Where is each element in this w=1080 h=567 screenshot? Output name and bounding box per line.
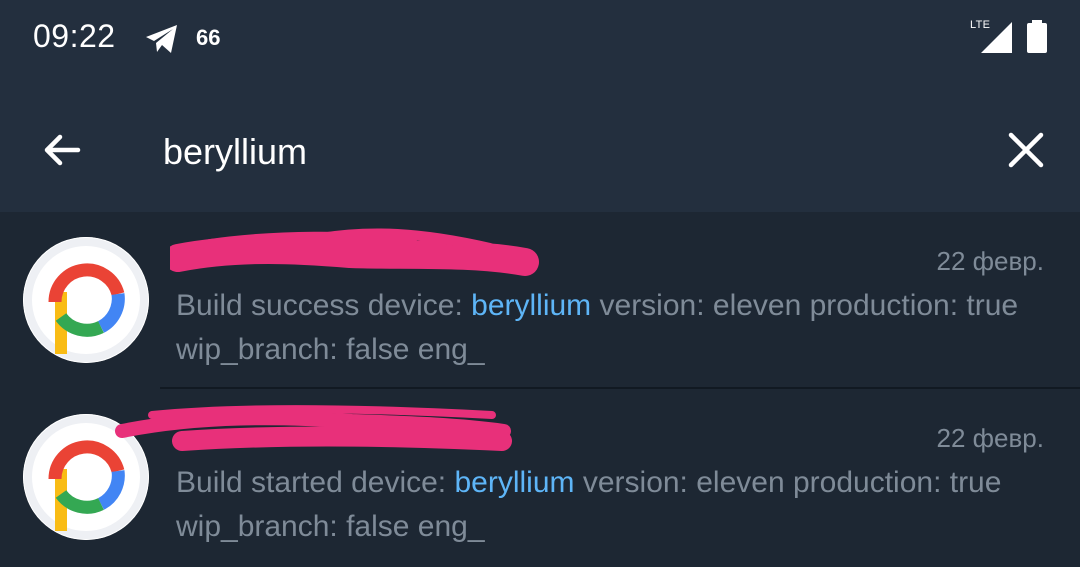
- search-input[interactable]: [163, 128, 943, 176]
- message-snippet: Build success device: beryllium version:…: [176, 284, 1046, 372]
- snippet-match: beryllium: [471, 289, 592, 322]
- message-date: 22 февр.: [936, 246, 1045, 276]
- snippet-text: Build success device:: [176, 289, 472, 322]
- pixel-experience-logo-icon: [23, 414, 149, 540]
- message-snippet: Build started device: beryllium version:…: [176, 461, 1046, 549]
- redaction-scribble: [170, 228, 539, 276]
- search-result-item[interactable]: 22 февр. Build success device: beryllium…: [0, 212, 1080, 388]
- search-result-item[interactable]: 22 февр. Build started device: beryllium…: [0, 389, 1080, 565]
- app-toolbar: 09:22 66 LTE: [0, 0, 1080, 212]
- battery-icon: [1027, 20, 1047, 53]
- clear-search-icon[interactable]: [998, 122, 1054, 178]
- pixel-experience-logo-icon: [23, 237, 149, 363]
- telegram-icon: [146, 25, 177, 53]
- chat-avatar: [23, 414, 149, 540]
- notification-count: 66: [196, 25, 221, 50]
- back-arrow-icon[interactable]: [36, 122, 92, 178]
- message-date: 22 февр.: [936, 423, 1045, 453]
- snippet-text: Build started device:: [176, 466, 455, 499]
- chat-avatar: [23, 237, 149, 363]
- status-time: 09:22: [33, 18, 116, 54]
- snippet-match: beryllium: [454, 466, 575, 499]
- redaction-scribble: [115, 405, 512, 451]
- signal-icon: [981, 22, 1012, 53]
